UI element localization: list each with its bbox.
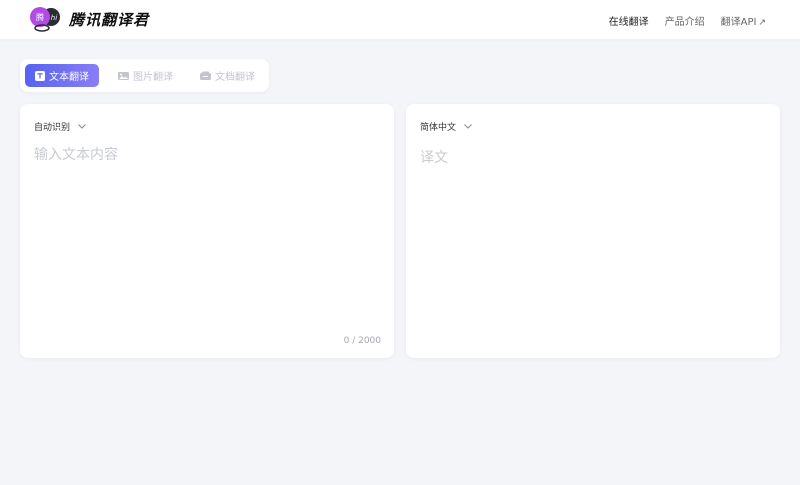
target-language-select[interactable]: 简体中文 <box>420 120 472 133</box>
logo-mark-icon: 腾 hi <box>30 7 60 32</box>
tab-document-translate[interactable]: 文档翻译 <box>200 64 255 87</box>
source-language-select[interactable]: 自动识别 <box>34 120 86 133</box>
translation-output: 译文 <box>420 150 448 166</box>
source-panel: 自动识别 0 / 2000 <box>20 104 394 358</box>
tab-image-translate[interactable]: 图片翻译 <box>118 64 173 87</box>
char-counter: 0 / 2000 <box>343 336 381 346</box>
image-icon <box>118 71 129 80</box>
tab-document-translate-label: 文档翻译 <box>215 72 255 83</box>
nav-online-translate[interactable]: 在线翻译 <box>609 13 649 28</box>
app-name: 腾讯翻译君 <box>69 11 150 29</box>
nav-translate-api-label: 翻译API <box>720 17 757 28</box>
logo-badge-left: 腾 <box>36 12 44 22</box>
target-panel: 简体中文 译文 <box>406 104 780 358</box>
logo[interactable]: 腾 hi <box>28 6 64 32</box>
source-language-label: 自动识别 <box>34 123 71 133</box>
top-bar: 腾 hi 腾讯翻译君 在线翻译 产品介绍 翻译API ↗ <box>0 0 800 39</box>
logo-badge-right: hi <box>51 14 57 22</box>
nav-translate-api[interactable]: 翻译API ↗ <box>721 13 766 28</box>
mode-tabs: 文本翻译 图片翻译 文档翻译 <box>20 59 269 92</box>
chevron-down-icon <box>464 124 472 129</box>
target-language-label: 简体中文 <box>420 123 457 133</box>
arrow-up-right-icon: ↗ <box>758 18 766 28</box>
nav-product-intro[interactable]: 产品介绍 <box>665 13 705 28</box>
source-text-input[interactable] <box>34 144 378 324</box>
tab-image-translate-label: 图片翻译 <box>133 72 173 83</box>
document-icon <box>200 71 211 80</box>
text-icon <box>35 70 45 81</box>
tab-text-translate-label: 文本翻译 <box>49 72 89 83</box>
tab-text-translate[interactable]: 文本翻译 <box>25 64 99 87</box>
main-nav: 在线翻译 产品介绍 翻译API ↗ <box>609 13 766 28</box>
chevron-down-icon <box>78 124 86 129</box>
